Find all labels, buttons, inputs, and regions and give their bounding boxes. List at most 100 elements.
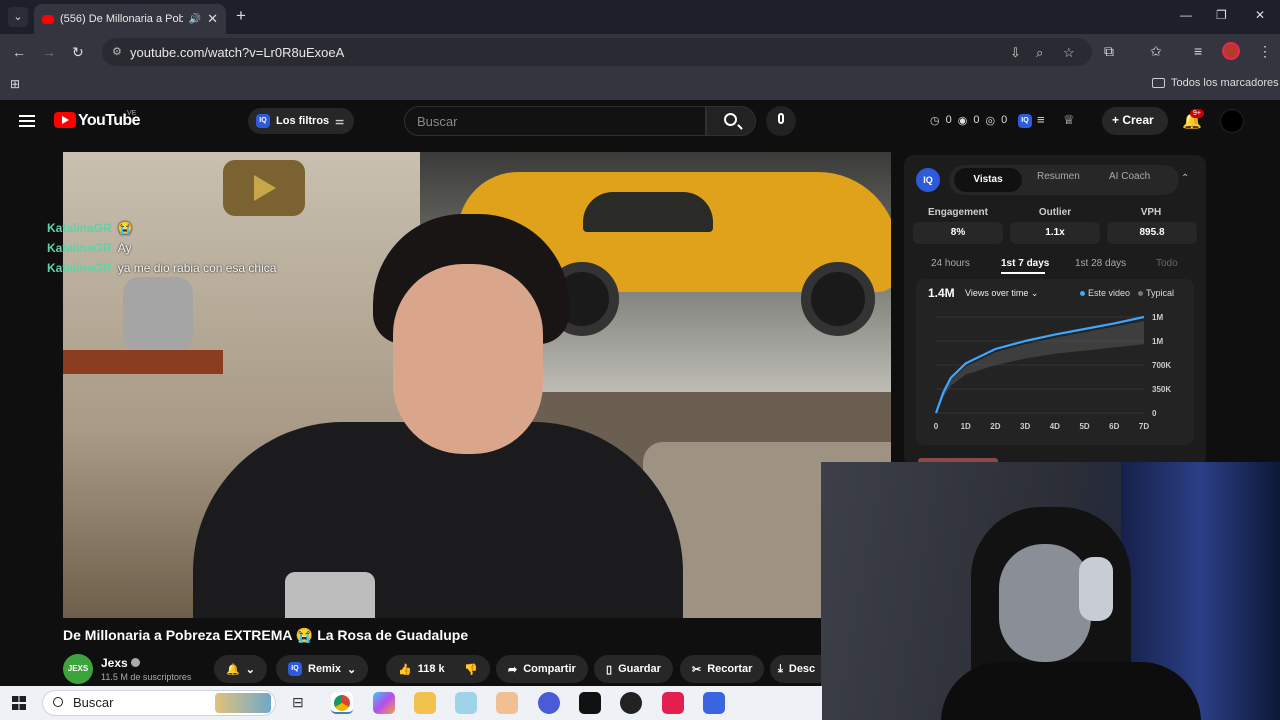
- sliders-icon: ⚌: [335, 115, 345, 127]
- close-tab-icon[interactable]: ✕: [207, 11, 218, 27]
- discord-app-icon[interactable]: [703, 692, 725, 714]
- create-label: Crear: [1122, 113, 1154, 127]
- channel-name-row[interactable]: Jexs: [101, 656, 140, 670]
- reload-button[interactable]: ↻: [72, 44, 84, 61]
- dislike-button[interactable]: 👎: [452, 655, 490, 683]
- account-avatar[interactable]: [1220, 109, 1244, 133]
- chrome-app-icon[interactable]: [331, 692, 353, 714]
- windows-start-icon[interactable]: [12, 696, 26, 710]
- collapse-icon[interactable]: ⌃: [1181, 173, 1189, 184]
- favorites-icon[interactable]: ✩: [1150, 43, 1162, 60]
- webcam-person-body: [941, 662, 1201, 720]
- metric-value-vph: 895.8: [1107, 222, 1197, 244]
- chat-text: Ay: [117, 241, 132, 255]
- iq-panel-logo: IQ: [916, 168, 940, 192]
- tiktok-app-icon[interactable]: [662, 692, 684, 714]
- x-tick-label: 0: [934, 422, 939, 431]
- remix-button[interactable]: IQ Remix ⌄: [276, 655, 369, 683]
- bookmark-icon: ▯: [606, 663, 613, 676]
- youtube-logo-icon[interactable]: [54, 112, 76, 128]
- store-app-icon[interactable]: [455, 692, 477, 714]
- search-button[interactable]: [706, 106, 756, 136]
- download-button[interactable]: ⤓ Desc: [770, 655, 822, 683]
- y-tick-label: 0: [1152, 409, 1157, 418]
- clip-button[interactable]: ✂ Recortar: [680, 655, 765, 683]
- range-first-28-days[interactable]: 1st 28 days: [1075, 258, 1126, 269]
- subscribed-bell-button[interactable]: 🔔 ⌄: [214, 655, 267, 683]
- copilot-app-icon[interactable]: [373, 692, 395, 714]
- y-tick-label: 1M: [1152, 313, 1163, 322]
- taskbar-search[interactable]: Buscar: [42, 690, 276, 716]
- browser-menu-icon[interactable]: ⋮: [1258, 43, 1272, 60]
- create-button[interactable]: + Crear: [1102, 107, 1168, 135]
- metric-label-vph: VPH: [1140, 207, 1162, 218]
- extension-counters[interactable]: ◷ 0 ◉ 0 ◎ 0: [930, 114, 1007, 127]
- profile-avatar[interactable]: [1222, 42, 1240, 60]
- close-window-button[interactable]: ✕: [1255, 8, 1265, 22]
- forward-button[interactable]: →: [42, 44, 56, 60]
- download-label: Desc: [788, 663, 816, 675]
- range-24-hours[interactable]: 24 hours: [931, 258, 970, 269]
- filters-button[interactable]: IQ Los filtros ⚌: [248, 108, 355, 134]
- search-input[interactable]: Buscar: [404, 106, 706, 136]
- new-tab-button[interactable]: +: [236, 6, 246, 26]
- site-info-icon[interactable]: ⚙: [112, 45, 122, 58]
- channel-name[interactable]: Jexs: [101, 656, 128, 670]
- video-person-body: [193, 422, 683, 618]
- webcam-person-face: [999, 544, 1091, 662]
- capcut-app-icon[interactable]: [579, 692, 601, 714]
- thumbs-down-icon: 👎: [464, 663, 478, 676]
- stream-chat-overlay: KatalinaGR 😭 KatalinaGR Ay KatalinaGR ya…: [47, 218, 276, 278]
- back-button[interactable]: ←: [12, 44, 26, 60]
- scissors-icon: ✂: [692, 663, 702, 676]
- media-app-icon[interactable]: [496, 692, 518, 714]
- list-icon[interactable]: ≡: [1037, 112, 1045, 127]
- iq-logo-icon: IQ: [288, 662, 302, 676]
- bookmark-star-icon[interactable]: ☆: [1063, 45, 1075, 61]
- install-app-icon[interactable]: ⇩: [1010, 45, 1021, 61]
- chat-username: KatalinaGR: [47, 221, 112, 235]
- bookmarks-folder-label: Todos los marcadores: [1171, 77, 1279, 89]
- tab-title: (556) De Millonaria a Pobreza: [60, 13, 183, 25]
- verified-icon: [130, 658, 140, 667]
- video-shelf: [63, 350, 223, 374]
- counter-3: 0: [1001, 114, 1008, 126]
- x-tick-label: 5D: [1079, 422, 1089, 431]
- tab-resumen[interactable]: Resumen: [1037, 171, 1080, 182]
- browser-tab-active[interactable]: (556) De Millonaria a Pobreza 🔊 ✕: [34, 4, 226, 34]
- webcam-headphones: [1079, 557, 1113, 621]
- all-bookmarks-folder[interactable]: Todos los marcadores: [1152, 77, 1279, 89]
- voice-search-button[interactable]: [766, 106, 796, 136]
- like-button[interactable]: 👍 118 k: [386, 655, 455, 683]
- menu-hamburger-icon[interactable]: [19, 115, 35, 127]
- zoom-icon[interactable]: ⌕: [1036, 45, 1043, 61]
- range-first-7-days[interactable]: 1st 7 days: [1001, 258, 1049, 269]
- maximize-window-button[interactable]: ❐: [1216, 8, 1227, 22]
- active-range-indicator: [1001, 272, 1045, 274]
- messenger-app-icon[interactable]: [538, 692, 560, 714]
- chevron-down-icon: ⌄: [245, 663, 255, 676]
- chart-type-selector[interactable]: Views over time ⌄: [965, 288, 1038, 299]
- x-tick-label: 4D: [1050, 422, 1060, 431]
- minimize-window-button[interactable]: —: [1180, 8, 1192, 22]
- tab-search-button[interactable]: ⌄: [8, 7, 28, 27]
- eye-icon: ◉: [957, 115, 968, 127]
- x-tick-label: 2D: [990, 422, 1000, 431]
- range-all[interactable]: Todo: [1156, 258, 1178, 269]
- file-explorer-icon[interactable]: [414, 692, 436, 714]
- tab-ai-coach[interactable]: AI Coach: [1109, 171, 1150, 182]
- trophy-icon[interactable]: ♕: [1063, 112, 1075, 128]
- channel-avatar[interactable]: JEXS: [63, 654, 93, 684]
- task-view-icon[interactable]: ⊟: [292, 694, 304, 711]
- obs-app-icon[interactable]: [620, 692, 642, 714]
- apps-grid-icon[interactable]: ⊞: [10, 77, 20, 91]
- speaker-icon[interactable]: 🔊: [189, 14, 201, 25]
- reading-list-icon[interactable]: ≡: [1194, 43, 1202, 59]
- extensions-icon[interactable]: ⧉: [1104, 43, 1114, 60]
- iq-extension-icon[interactable]: IQ: [1018, 110, 1032, 128]
- share-button[interactable]: ➦ Compartir: [496, 655, 588, 683]
- address-bar[interactable]: ⚙ youtube.com/watch?v=Lr0R8uExoeA ⇩ ⌕ ☆: [102, 38, 1092, 66]
- tab-vistas[interactable]: Vistas: [954, 168, 1022, 192]
- save-button[interactable]: ▯ Guardar: [594, 655, 673, 683]
- legend-item: Typical: [1138, 288, 1174, 298]
